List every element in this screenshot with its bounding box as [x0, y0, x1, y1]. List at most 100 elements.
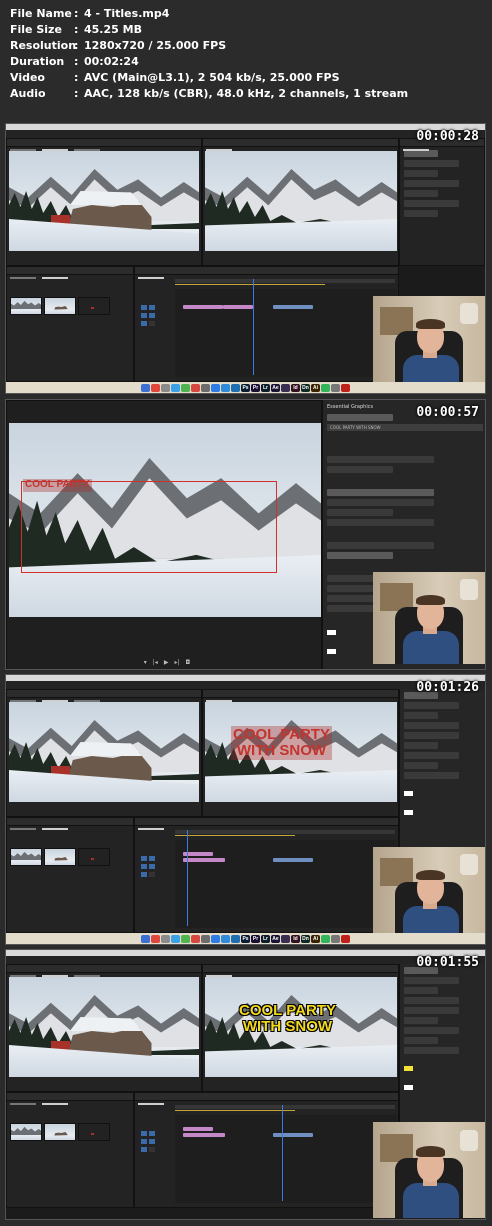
- program-video-frame: COOL PARTY WITH SNOW: [205, 702, 397, 802]
- dock-app-icon[interactable]: [221, 383, 230, 392]
- timeline-clip[interactable]: [183, 305, 223, 309]
- dock-app-icon[interactable]: [331, 383, 340, 392]
- dock-app-icon[interactable]: [181, 934, 190, 943]
- dock-app-icon[interactable]: [161, 934, 170, 943]
- dock-app-icon[interactable]: [281, 383, 290, 392]
- essential-graphics-panel: [399, 964, 485, 1124]
- playhead[interactable]: [282, 1105, 283, 1201]
- dock-app-icon[interactable]: [341, 383, 350, 392]
- dock-app-icon[interactable]: [331, 934, 340, 943]
- dock-app-icon[interactable]: Pr: [251, 934, 260, 943]
- bin-clip-thumbnail[interactable]: [44, 848, 76, 866]
- dock-app-icon[interactable]: [321, 934, 330, 943]
- dock-app-icon[interactable]: Lr: [261, 383, 270, 392]
- bin-clip-thumbnail[interactable]: [78, 297, 110, 315]
- dock-app-icon[interactable]: [141, 383, 150, 392]
- dock-app-icon[interactable]: Ai: [311, 934, 320, 943]
- info-key: Resolution: [10, 39, 77, 52]
- title-text-overlay[interactable]: COOL PARTY: [23, 479, 92, 492]
- dock-app-icon[interactable]: [201, 934, 210, 943]
- workspace-tabs[interactable]: [6, 130, 485, 142]
- dock-app-icon[interactable]: [211, 383, 220, 392]
- stroke-color-swatch[interactable]: [404, 1085, 413, 1090]
- dock-app-icon[interactable]: [161, 383, 170, 392]
- dock-app-icon[interactable]: [201, 383, 210, 392]
- program-monitor: COOL PARTY WITH SNOW: [202, 964, 399, 1092]
- dock-app-icon[interactable]: [321, 383, 330, 392]
- bin-clip-thumbnail[interactable]: [10, 848, 42, 866]
- dock-app-icon[interactable]: Id: [291, 383, 300, 392]
- fill-color-swatch[interactable]: [327, 630, 336, 635]
- bin-clip-thumbnail[interactable]: [78, 1123, 110, 1141]
- dock-app-icon[interactable]: Lr: [261, 934, 270, 943]
- bin-clip-thumbnail[interactable]: [44, 297, 76, 315]
- info-row-video: Video : AVC (Main@L3.1), 2 504 kb/s, 25.…: [10, 70, 492, 86]
- info-key: Duration: [10, 55, 65, 68]
- dock-app-icon[interactable]: [281, 934, 290, 943]
- fill-color-swatch[interactable]: [404, 791, 413, 796]
- title-line-1: COOL PARTY: [239, 1002, 336, 1019]
- bin-clip-thumbnail[interactable]: [10, 297, 42, 315]
- dock-app-icon[interactable]: Ae: [271, 383, 280, 392]
- title-text-overlay[interactable]: COOL PARTY WITH SNOW: [231, 726, 332, 760]
- dock-app-icon[interactable]: [181, 383, 190, 392]
- title-text-overlay[interactable]: COOL PARTY WITH SNOW: [239, 1003, 336, 1035]
- timeline-clip[interactable]: [273, 1133, 313, 1137]
- text-bounding-box[interactable]: [21, 481, 277, 573]
- dock-app-icon[interactable]: [231, 934, 240, 943]
- bin-clip-thumbnail[interactable]: [44, 1123, 76, 1141]
- step-back-icon[interactable]: |◂: [153, 659, 158, 666]
- dock-app-icon[interactable]: [341, 934, 350, 943]
- dock-app-icon[interactable]: [141, 934, 150, 943]
- dock-app-icon[interactable]: Ps: [241, 934, 250, 943]
- timeline-clip[interactable]: [273, 305, 313, 309]
- layer-item[interactable]: COOL PARTY WITH SNOW: [327, 424, 483, 431]
- dock-app-icon[interactable]: Ai: [311, 383, 320, 392]
- timeline-clip[interactable]: [183, 1133, 225, 1137]
- dock-app-icon[interactable]: Id: [291, 934, 300, 943]
- play-icon[interactable]: ▶: [164, 659, 169, 666]
- workspace-tabs[interactable]: [6, 681, 485, 693]
- step-forward-icon[interactable]: ▸|: [174, 659, 179, 666]
- stroke-color-swatch[interactable]: [327, 649, 336, 654]
- camera-icon[interactable]: ◘: [185, 659, 190, 666]
- timeline-clip[interactable]: [273, 858, 313, 862]
- bin-clip-thumbnail[interactable]: [10, 1123, 42, 1141]
- project-panel: [6, 817, 134, 933]
- workspace-tabs[interactable]: [6, 956, 485, 968]
- title-line-2: WITH SNOW: [236, 741, 327, 759]
- dock-app-icon[interactable]: [231, 383, 240, 392]
- thumbnail-1: 00:00:28 Ps Pr Lr Ae Id Dn Ai: [5, 123, 486, 394]
- timeline-clip[interactable]: [183, 858, 225, 862]
- dock-app-icon[interactable]: Dn: [301, 383, 310, 392]
- timeline-clip[interactable]: [183, 1127, 213, 1131]
- dock-app-icon[interactable]: [211, 934, 220, 943]
- program-video-frame: [205, 151, 397, 251]
- transport-controls: ▾ |◂ ▶ ▸| ◘: [67, 657, 267, 667]
- stroke-color-swatch[interactable]: [404, 810, 413, 815]
- dock-app-icon[interactable]: Pr: [251, 383, 260, 392]
- info-colon: :: [74, 7, 79, 20]
- dock-app-icon[interactable]: Ae: [271, 934, 280, 943]
- info-colon: :: [74, 55, 79, 68]
- mark-in-icon[interactable]: ▾: [144, 659, 147, 666]
- dock-app-icon[interactable]: [221, 934, 230, 943]
- info-colon: :: [74, 23, 79, 36]
- dock-app-icon[interactable]: [171, 934, 180, 943]
- playhead[interactable]: [187, 830, 188, 926]
- info-value: 1280x720 / 25.000 FPS: [84, 39, 227, 52]
- dock-app-icon[interactable]: [151, 934, 160, 943]
- dock-app-icon[interactable]: Ps: [241, 383, 250, 392]
- project-panel: [6, 266, 134, 382]
- dock-app-icon[interactable]: Dn: [301, 934, 310, 943]
- project-panel: [6, 1092, 134, 1208]
- dock-app-icon[interactable]: [191, 934, 200, 943]
- timeline-clip[interactable]: [223, 305, 253, 309]
- dock-app-icon[interactable]: [151, 383, 160, 392]
- dock-app-icon[interactable]: [171, 383, 180, 392]
- info-row-resolution: Resolution : 1280x720 / 25.000 FPS: [10, 38, 492, 54]
- bin-clip-thumbnail[interactable]: [78, 848, 110, 866]
- playhead[interactable]: [253, 279, 254, 375]
- fill-color-swatch[interactable]: [404, 1066, 413, 1071]
- dock-app-icon[interactable]: [191, 383, 200, 392]
